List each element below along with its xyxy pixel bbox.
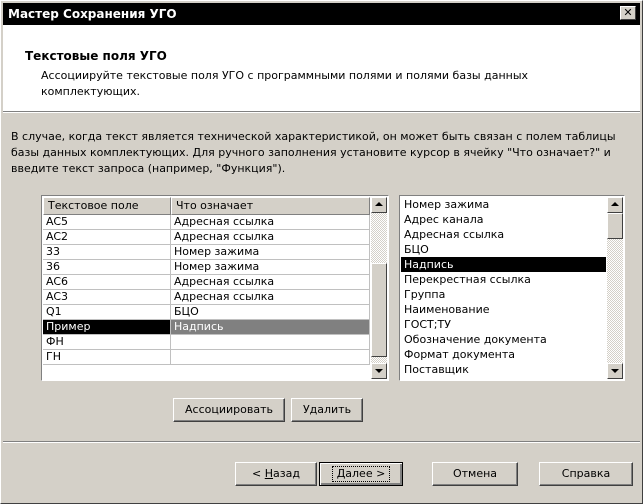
- next-button[interactable]: Далее >: [319, 462, 403, 486]
- list-item[interactable]: Группа: [401, 287, 606, 302]
- associate-button[interactable]: Ассоциировать: [173, 398, 285, 422]
- description-text: В случае, когда текст является техническ…: [11, 130, 616, 175]
- table-row[interactable]: AC6 Адресная ссылка: [43, 275, 370, 290]
- list-scroll-thumb[interactable]: [607, 213, 623, 239]
- delete-button[interactable]: Удалить: [291, 398, 363, 422]
- cancel-button[interactable]: Отмена: [432, 462, 518, 486]
- scroll-thumb[interactable]: [371, 263, 387, 357]
- list-item[interactable]: Обозначение документа: [401, 332, 606, 347]
- wizard-dialog: Мастер Сохранения УГО ✕ Текстовые поля У…: [0, 0, 643, 504]
- cell-meaning[interactable]: Номер зажима: [171, 260, 370, 275]
- table-row[interactable]: 33 Номер зажима: [43, 245, 370, 260]
- table-row[interactable]: AC3 Адресная ссылка: [43, 290, 370, 305]
- scroll-up-button[interactable]: [371, 197, 387, 213]
- arrow-up-icon: [611, 202, 619, 206]
- page-title: Текстовые поля УГО: [25, 49, 167, 63]
- table-row[interactable]: Q1 БЦО: [43, 305, 370, 320]
- cell-meaning[interactable]: [171, 335, 370, 350]
- page-subtitle: Ассоциируйте текстовые поля УГО с програ…: [41, 69, 529, 98]
- list-item[interactable]: БЦО: [401, 242, 606, 257]
- cell-text-field[interactable]: AC6: [43, 275, 171, 290]
- list-item[interactable]: Адресная ссылка: [401, 227, 606, 242]
- header-divider: [3, 111, 640, 113]
- help-button[interactable]: Справка: [539, 462, 633, 486]
- list-item[interactable]: Перекрестная ссылка: [401, 272, 606, 287]
- table-row[interactable]: AC5 Адресная ссылка: [43, 215, 370, 230]
- title-bar: Мастер Сохранения УГО ✕: [3, 3, 640, 25]
- back-label: азад: [273, 467, 300, 480]
- list-item[interactable]: ГОСТ;ТУ: [401, 317, 606, 332]
- cell-meaning[interactable]: Надпись: [171, 320, 370, 335]
- cell-meaning[interactable]: Адресная ссылка: [171, 275, 370, 290]
- back-prefix: <: [252, 467, 265, 480]
- field-listbox[interactable]: Номер зажима Адрес канала Адресная ссылка Б…: [399, 195, 625, 381]
- next-label: алее >: [345, 467, 386, 480]
- back-button[interactable]: < Назад: [235, 462, 317, 486]
- next-hotkey: Д: [336, 467, 346, 480]
- table-row[interactable]: ФН: [43, 335, 370, 350]
- cell-meaning[interactable]: БЦО: [171, 305, 370, 320]
- arrow-up-icon: [375, 202, 383, 206]
- list-item[interactable]: Адрес канала: [401, 212, 606, 227]
- cell-meaning[interactable]: Адресная ссылка: [171, 290, 370, 305]
- grid-rows: AC5 Адресная ссылка AC2 Адресная ссылка 33 Но…: [43, 215, 370, 365]
- list-scroll-down-button[interactable]: [607, 363, 623, 379]
- list-item[interactable]: Номер зажима: [401, 197, 606, 212]
- window-title: Мастер Сохранения УГО: [8, 7, 177, 21]
- arrow-down-icon: [611, 369, 619, 373]
- grid-body: Текстовое поле Что означает AC5 Адресная …: [43, 197, 370, 380]
- list-item[interactable]: Формат документа: [401, 347, 606, 362]
- cell-text-field[interactable]: AC3: [43, 290, 171, 305]
- text-fields-grid[interactable]: Текстовое поле Что означает AC5 Адресная …: [41, 195, 389, 381]
- close-button[interactable]: ✕: [620, 6, 636, 20]
- table-row[interactable]: ГН: [43, 350, 370, 365]
- cell-meaning[interactable]: [171, 350, 370, 365]
- grid-header: Текстовое поле Что означает: [43, 197, 370, 215]
- scroll-down-button[interactable]: [371, 363, 387, 379]
- header-panel: Текстовые поля УГО Ассоциируйте текстовы…: [3, 25, 640, 111]
- column-header-text-field[interactable]: Текстовое поле: [43, 197, 171, 215]
- list-scroll-up-button[interactable]: [607, 197, 623, 213]
- cell-text-field[interactable]: ФН: [43, 335, 171, 350]
- next-focus: Далее >: [331, 466, 391, 482]
- cell-text-field[interactable]: 33: [43, 245, 171, 260]
- footer-divider: [3, 441, 640, 443]
- arrow-down-icon: [375, 369, 383, 373]
- cell-text-field[interactable]: 36: [43, 260, 171, 275]
- grid-scrollbar[interactable]: [371, 197, 387, 379]
- listbox-items: Номер зажима Адрес канала Адресная ссылка Б…: [401, 197, 606, 380]
- listbox-scrollbar[interactable]: [607, 197, 623, 379]
- table-row[interactable]: AC2 Адресная ссылка: [43, 230, 370, 245]
- cell-meaning[interactable]: Номер зажима: [171, 245, 370, 260]
- list-item[interactable]: Надпись: [401, 257, 606, 272]
- back-hotkey: Н: [264, 467, 274, 480]
- cell-meaning[interactable]: Адресная ссылка: [171, 215, 370, 230]
- cell-meaning[interactable]: Адресная ссылка: [171, 230, 370, 245]
- list-item[interactable]: Наименование: [401, 302, 606, 317]
- list-item[interactable]: Поставщик: [401, 362, 606, 377]
- cell-text-field[interactable]: ГН: [43, 350, 171, 365]
- cell-text-field[interactable]: AC5: [43, 215, 171, 230]
- cell-text-field[interactable]: Пример: [43, 320, 171, 335]
- cell-text-field[interactable]: AC2: [43, 230, 171, 245]
- cell-text-field[interactable]: Q1: [43, 305, 171, 320]
- close-icon: ✕: [623, 6, 633, 19]
- column-header-meaning[interactable]: Что означает: [171, 197, 370, 215]
- table-row[interactable]: 36 Номер зажима: [43, 260, 370, 275]
- table-row[interactable]: Пример Надпись: [43, 320, 370, 335]
